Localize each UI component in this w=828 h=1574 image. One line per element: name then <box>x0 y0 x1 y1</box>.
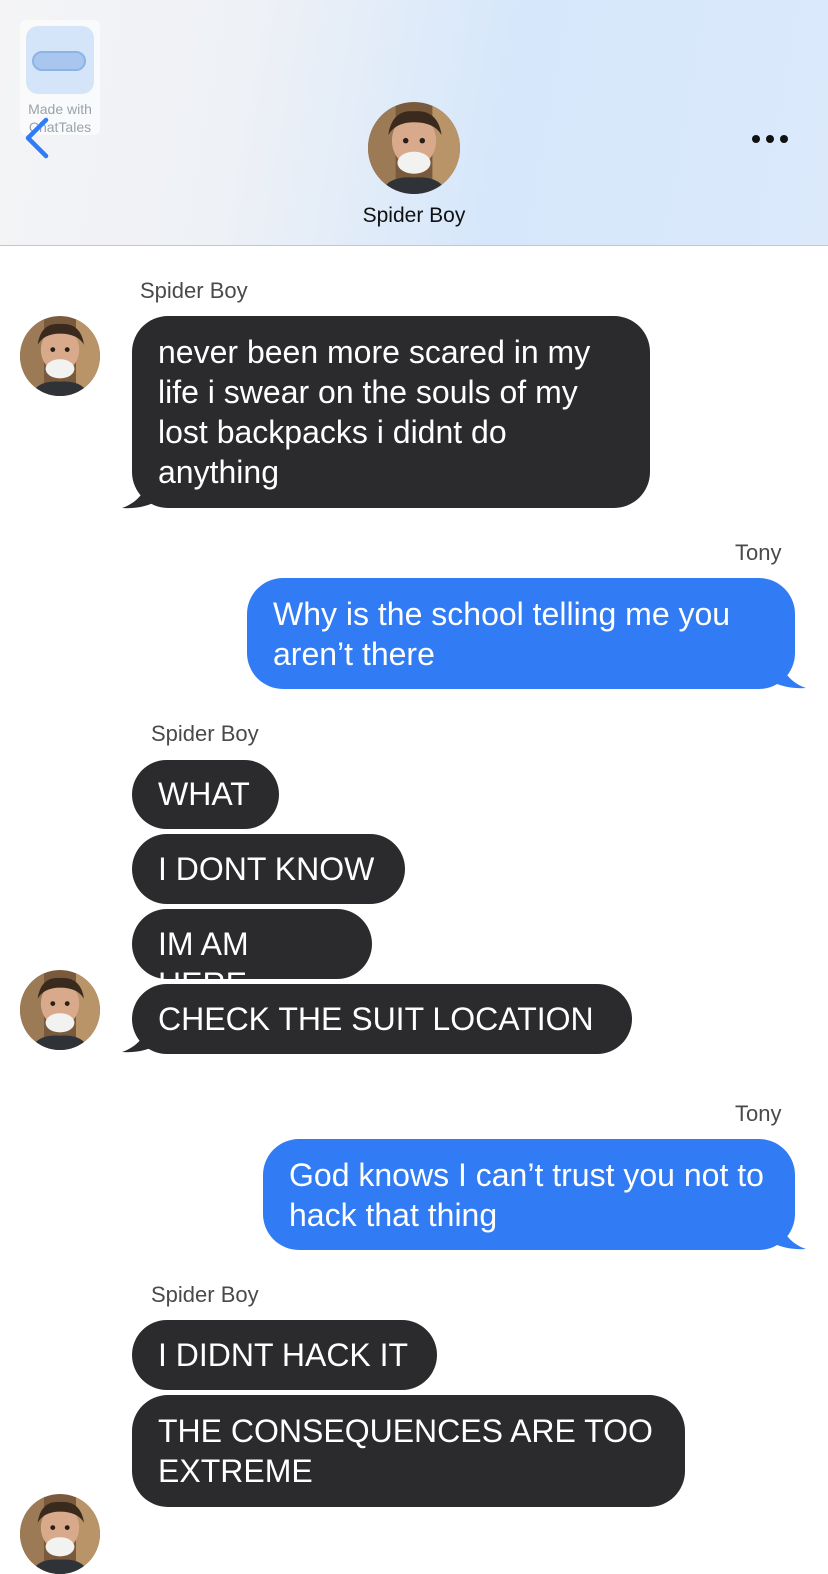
sender-name: Spider Boy <box>151 721 259 746</box>
message-bubble[interactable]: Why is the school telling me you aren’t … <box>247 578 795 689</box>
contact-name[interactable]: Spider Boy <box>314 202 514 230</box>
avatar-image <box>368 102 460 194</box>
message-bubble[interactable]: IM AM HERE <box>132 909 372 1002</box>
message-bubble[interactable]: THE CONSEQUENCES ARE TOO EXTREME <box>132 1395 685 1507</box>
message-bubble[interactable]: WHAT <box>132 760 279 829</box>
sender-name: Spider Boy <box>151 1282 259 1307</box>
sender-avatar[interactable] <box>20 1494 100 1574</box>
chattales-logo-icon <box>26 26 94 94</box>
ellipsis-icon <box>752 135 788 143</box>
message-bubble[interactable]: I DONT KNOW <box>132 834 405 904</box>
sender-avatar[interactable] <box>20 316 100 396</box>
message-bubble[interactable]: never been more scared in my life i swea… <box>132 316 650 508</box>
sender-name: Spider Boy <box>140 278 248 303</box>
sender-name: Tony <box>735 1101 782 1126</box>
sender-name: Tony <box>735 540 782 565</box>
sender-avatar[interactable] <box>20 970 100 1050</box>
message-bubble[interactable]: CHECK THE SUIT LOCATION <box>132 984 632 1054</box>
back-button[interactable] <box>20 115 60 165</box>
avatar-image <box>20 316 100 396</box>
message-bubble[interactable]: I DIDNT HACK IT <box>132 1320 437 1390</box>
avatar-image <box>20 1494 100 1574</box>
chat-header: Made with ChatTales Spider Boy <box>0 0 828 246</box>
message-bubble[interactable]: God knows I can’t trust you not to hack … <box>263 1139 795 1250</box>
contact-avatar[interactable] <box>368 102 460 194</box>
more-button[interactable] <box>746 125 796 153</box>
chevron-left-icon <box>25 117 49 159</box>
avatar-image <box>20 970 100 1050</box>
